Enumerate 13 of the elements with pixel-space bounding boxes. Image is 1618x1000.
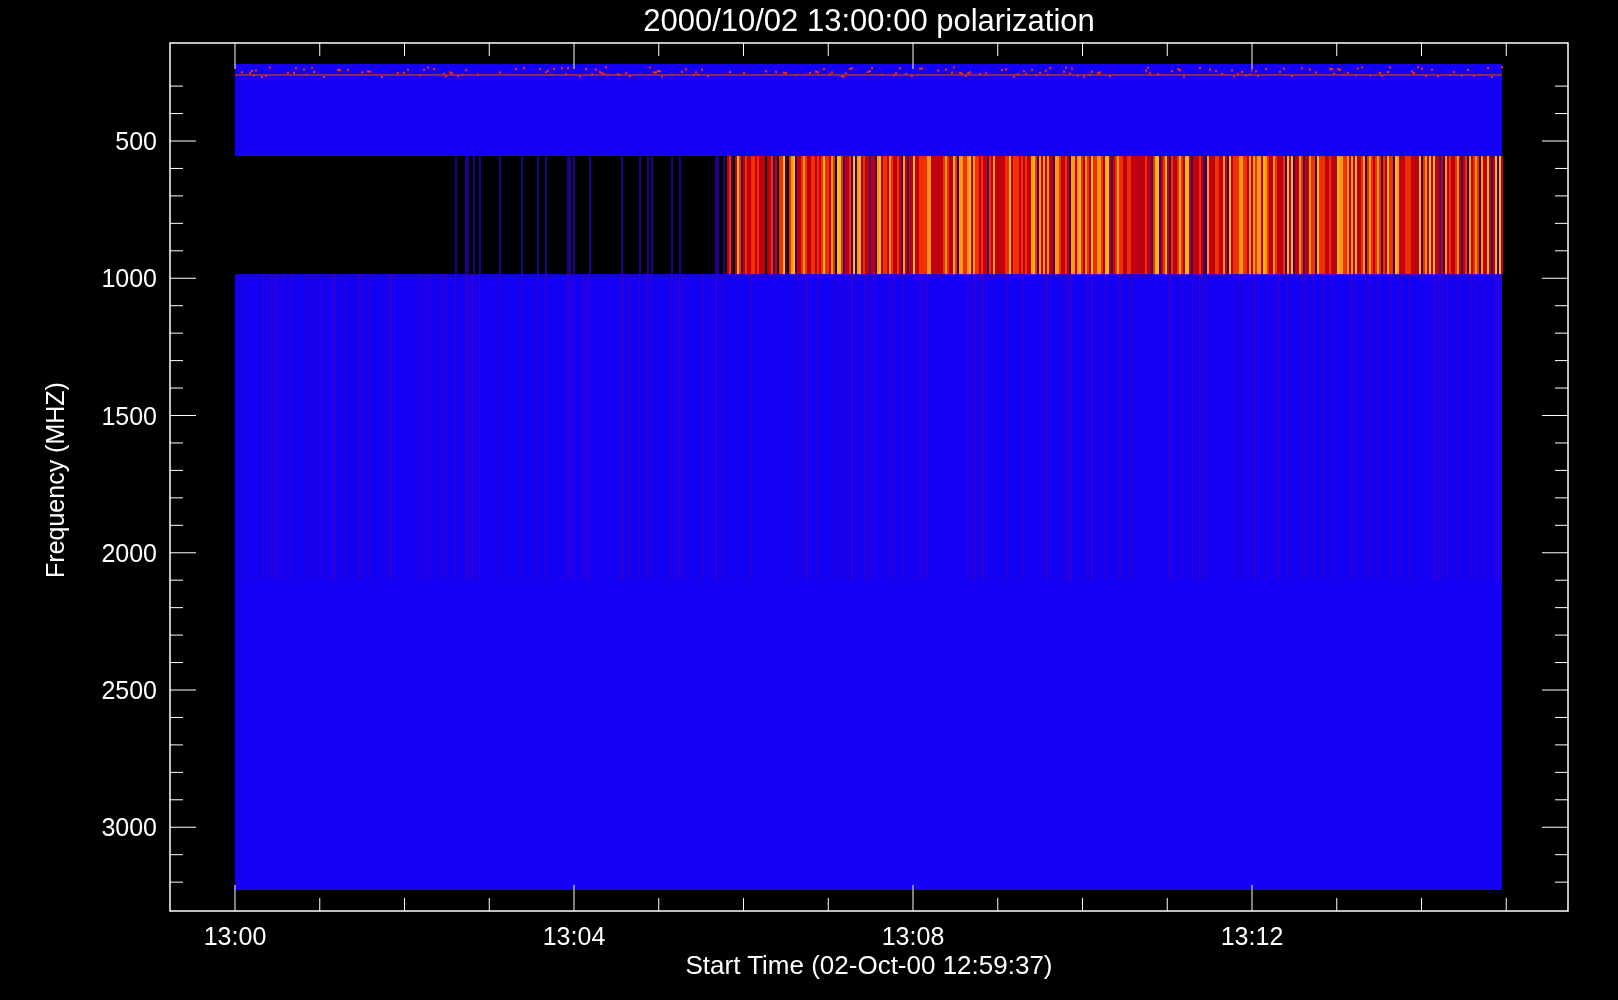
- tick-label: 13:08: [881, 922, 945, 950]
- tick-label: 1500: [101, 401, 157, 430]
- tick-label: 500: [115, 127, 157, 155]
- tick-label: 13:12: [1220, 922, 1284, 950]
- tick-label: 13:04: [542, 922, 606, 950]
- axis-title: Start Time (02-Oct-00 12:59:37): [685, 950, 1053, 980]
- plot-title: 2000/10/02 13:00:00 polarization: [643, 3, 1095, 38]
- tick-label: 1000: [101, 264, 157, 293]
- tick-label: 13:00: [203, 922, 267, 950]
- tick-label: 3000: [101, 813, 157, 842]
- tick-label: 2000: [101, 538, 157, 567]
- tick-label: 2500: [101, 676, 157, 704]
- axis-title: Frequency (MHZ): [41, 382, 69, 578]
